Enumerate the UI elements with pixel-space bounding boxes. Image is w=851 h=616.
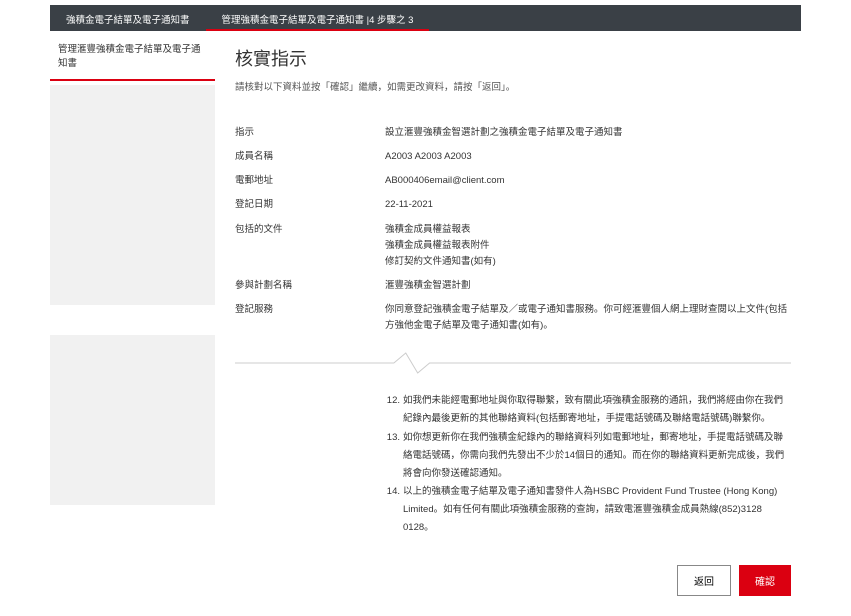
- doc-line-2: 強積金成員權益報表附件: [385, 238, 791, 254]
- value-documents: 強積金成員權益報表 強積金成員權益報表附件 修訂契約文件通知書(如有): [385, 222, 791, 270]
- back-button[interactable]: 返回: [677, 565, 731, 596]
- top-tabs: 強積金電子結單及電子通知書 管理強積金電子結單及電子通知書 |4 步驟之 3: [50, 5, 801, 31]
- label-email: 電郵地址: [235, 173, 385, 189]
- label-plan: 參與計劃名稱: [235, 278, 385, 294]
- list-item: 14. 以上的強積金電子結單及電子通知書發件人為HSBC Provident F…: [385, 483, 791, 537]
- value-email: AB000406email@client.com: [385, 173, 791, 189]
- label-reg-date: 登記日期: [235, 197, 385, 213]
- list-item-num: 13.: [385, 429, 403, 483]
- list-item: 12. 如我們未能經電郵地址與你取得聯繫，致有關此項強積金服務的通訊，我們將經由…: [385, 392, 791, 428]
- list-item-text: 如你想更新你在我們強積金紀錄內的聯絡資料列如電郵地址，郵寄地址，手提電話號碼及聯…: [403, 429, 791, 483]
- button-row: 返回 確認: [235, 565, 791, 596]
- main-content: 核實指示 請核對以下資料並按「確認」繼續，如需更改資料，請按「返回」。 指示 設…: [215, 31, 801, 616]
- sidebar-sub-tab[interactable]: 管理滙豐強積金電子結單及電子通知書: [50, 31, 215, 81]
- list-item-num: 12.: [385, 392, 403, 428]
- list-item-text: 如我們未能經電郵地址與你取得聯繫，致有關此項強積金服務的通訊，我們將經由你在我們…: [403, 392, 791, 428]
- list-item-text: 以上的強積金電子結單及電子通知書發件人為HSBC Provident Fund …: [403, 483, 791, 537]
- value-plan: 滙豐強積金智選計劃: [385, 278, 791, 294]
- tab-manage-estatement[interactable]: 管理強積金電子結單及電子通知書 |4 步驟之 3: [206, 5, 430, 31]
- label-instruction: 指示: [235, 125, 385, 141]
- page-title: 核實指示: [235, 45, 791, 71]
- intro-text: 請核對以下資料並按「確認」繼續，如需更改資料，請按「返回」。: [235, 79, 791, 93]
- value-reg-date: 22-11-2021: [385, 197, 791, 213]
- value-instruction: 設立滙豐強積金智選計劃之強積金電子結單及電子通知書: [385, 125, 791, 141]
- confirm-button[interactable]: 確認: [739, 565, 791, 596]
- doc-line-3: 修訂契約文件通知書(如有): [385, 254, 791, 270]
- sidebar-placeholder-2: [50, 335, 215, 505]
- sidebar-placeholder-1: [50, 85, 215, 305]
- label-reg-service: 登記服務: [235, 302, 385, 334]
- tab-estatement[interactable]: 強積金電子結單及電子通知書: [50, 5, 206, 31]
- label-documents: 包括的文件: [235, 222, 385, 270]
- value-member-name: A2003 A2003 A2003: [385, 149, 791, 165]
- doc-line-1: 強積金成員權益報表: [385, 222, 791, 238]
- value-reg-service: 你同意登記強積金電子結單及／或電子通知書服務。你可經滙豐個人網上理財查閱以上文件…: [385, 302, 791, 334]
- list-item: 13. 如你想更新你在我們強積金紀錄內的聯絡資料列如電郵地址，郵寄地址，手提電話…: [385, 429, 791, 483]
- list-item-num: 14.: [385, 483, 403, 537]
- sidebar: 管理滙豐強積金電子結單及電子通知書: [50, 31, 215, 616]
- cut-line-icon: [235, 352, 791, 374]
- label-member-name: 成員名稱: [235, 149, 385, 165]
- terms-list: 12. 如我們未能經電郵地址與你取得聯繫，致有關此項強積金服務的通訊，我們將經由…: [385, 392, 791, 536]
